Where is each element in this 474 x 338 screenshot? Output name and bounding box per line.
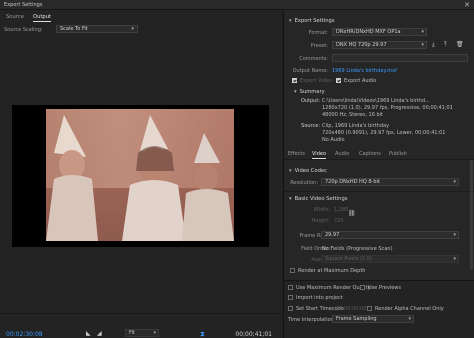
import-preset-icon[interactable]: ⤒: [444, 41, 447, 49]
delete-preset-icon[interactable]: 🗑: [456, 41, 464, 48]
source-scaling-select[interactable]: Scale To Fit ▾: [56, 25, 138, 33]
chevron-down-icon: ▾: [131, 26, 134, 32]
mark-out-icon[interactable]: ◢: [97, 330, 102, 337]
video-preview: [12, 105, 269, 247]
format-select[interactable]: DNxHR/DNxHD MXF OP1a ▾: [332, 28, 427, 36]
close-icon[interactable]: ✕: [464, 1, 470, 9]
zoom-fit-select[interactable]: Fit ▾: [125, 329, 159, 337]
max-depth-label: Render at Maximum Depth: [298, 268, 366, 274]
start-timecode-checkbox[interactable]: [288, 306, 293, 311]
tab-captions[interactable]: Captions: [359, 151, 381, 157]
export-settings-header[interactable]: ▾ Export Settings: [289, 18, 335, 24]
chevron-down-icon: ▾: [453, 256, 456, 262]
height-value: 720: [334, 218, 344, 224]
preset-label: Preset:: [310, 43, 328, 49]
time-interp-label: Time Interpolation:: [288, 317, 336, 323]
title-bar: Export Settings ✕: [0, 0, 474, 10]
timeline-bar: 00;02;30;08 ◣ ◢ Fit ▾ ⧗ 00;00;41;01: [0, 313, 282, 338]
tab-source[interactable]: Source: [6, 14, 24, 20]
use-previews-checkbox[interactable]: [360, 285, 365, 290]
height-label: Height:: [311, 218, 330, 224]
zoom-fit-value: Fit: [129, 330, 135, 336]
settings-scrollbar[interactable]: [470, 160, 473, 270]
chevron-down-icon: ▾: [408, 316, 411, 322]
source-output-tabs: Source Output: [0, 14, 282, 23]
summary-source-label: Source:: [301, 123, 320, 129]
summary-output-line-3: 48000 Hz, Stereo, 16 bit: [322, 112, 384, 118]
alpha-only-checkbox[interactable]: [367, 306, 372, 311]
summary-header[interactable]: ▾ Summary: [294, 89, 325, 95]
time-interp-select[interactable]: Frame Sampling ▾: [332, 315, 414, 323]
max-render-quality-checkbox[interactable]: [288, 285, 293, 290]
format-value: DNxHR/DNxHD MXF OP1a: [336, 29, 401, 35]
tab-output[interactable]: Output: [33, 14, 52, 22]
summary-output-line-2: 1280x720 (1.0), 29.97 fps, Progressive, …: [322, 105, 453, 111]
aspect-select[interactable]: Square Pixels (1.0) ▾: [321, 255, 459, 263]
comments-label: Comments:: [299, 56, 328, 62]
max-depth-checkbox[interactable]: [290, 268, 295, 273]
summary-output-label: Output:: [300, 98, 320, 104]
chevron-down-icon: ▾: [153, 330, 156, 336]
time-interp-value: Frame Sampling: [336, 316, 377, 322]
chevron-down-icon: ▾: [421, 29, 424, 35]
resolution-select[interactable]: 720p DNxHD HQ 8-bit ▾: [321, 178, 459, 186]
import-project-label: Import into project: [296, 295, 343, 301]
summary-source-line-1: Clip, 1969 Linda's birthday: [322, 123, 390, 129]
tab-publish[interactable]: Publish: [389, 151, 407, 157]
export-video-checkbox[interactable]: [292, 78, 297, 83]
width-value: 1,280: [334, 207, 349, 213]
chevron-down-icon: ▾: [289, 18, 292, 24]
field-order-value: No Fields (Progressive Scan): [322, 246, 393, 252]
width-label: Width:: [313, 207, 330, 213]
frame-rate-select[interactable]: 29.97 ▾: [321, 231, 459, 239]
summary-source-line-3: No Audio: [322, 137, 345, 143]
tab-audio[interactable]: Audio: [335, 151, 349, 157]
resolution-value: 720p DNxHD HQ 8-bit: [325, 179, 380, 185]
chevron-down-icon: ▾: [453, 232, 456, 238]
aspect-value: Square Pixels (1.0): [325, 256, 372, 262]
frame-rate-value: 29.97: [325, 232, 340, 238]
preview-pane: Source Output Source Scaling: Scale To F…: [0, 10, 282, 338]
resolution-label: Resolution:: [290, 180, 318, 186]
start-timecode-value[interactable]: 00;00;00;00: [336, 306, 367, 312]
preset-select[interactable]: DNX HQ 720p 29.97 ▾: [332, 41, 427, 49]
video-codec-header[interactable]: ▾ Video Codec: [289, 168, 327, 174]
chevron-down-icon: ▾: [453, 179, 456, 185]
output-name-link[interactable]: 1969 Linda's birthday.mxf: [332, 68, 397, 74]
mark-in-icon[interactable]: ◣: [86, 330, 91, 337]
chevron-down-icon: ▾: [289, 168, 292, 174]
render-options: Use Maximum Render Quality Use Previews …: [283, 280, 474, 338]
preset-value: DNX HQ 720p 29.97: [336, 42, 387, 48]
comments-input[interactable]: [332, 54, 468, 62]
chevron-down-icon: ▾: [289, 196, 292, 202]
preview-image-figures: [46, 115, 234, 241]
import-project-checkbox[interactable]: [288, 295, 293, 300]
source-scaling-label: Source Scaling:: [4, 27, 43, 33]
end-timecode: 00;00;41;01: [235, 331, 272, 338]
export-audio-checkbox[interactable]: [336, 78, 341, 83]
chevron-down-icon: ▾: [294, 89, 297, 95]
summary-source-line-2: 720x480 (0.9091), 29.97 fps, Lower, 00;0…: [322, 130, 446, 136]
use-previews-label: Use Previews: [368, 285, 401, 291]
link-dimensions-icon[interactable]: ⛓: [348, 210, 356, 217]
format-label: Format:: [308, 30, 328, 36]
alpha-only-label: Render Alpha Channel Only: [375, 306, 444, 312]
source-range-icon[interactable]: ⧗: [200, 330, 205, 338]
preview-image: [46, 109, 234, 241]
output-name-label: Output Name:: [292, 68, 328, 74]
export-audio-label: Export Audio: [344, 78, 377, 84]
tab-video[interactable]: Video: [312, 151, 327, 159]
divider: [284, 191, 474, 192]
tab-effects[interactable]: Effects: [288, 151, 305, 157]
window-title: Export Settings: [4, 2, 43, 8]
basic-video-header[interactable]: ▾ Basic Video Settings: [289, 196, 347, 202]
current-timecode[interactable]: 00;02;30;08: [6, 331, 43, 338]
export-video-label: Export Video: [300, 78, 332, 84]
chevron-down-icon: ▾: [421, 42, 424, 48]
settings-tabs: Effects Video Audio Captions Publish: [284, 150, 474, 160]
summary-output-line-1: C:\Users\linda\Videos\1969 Linda's birth…: [322, 98, 430, 104]
source-scaling-value: Scale To Fit: [60, 26, 88, 32]
save-preset-icon[interactable]: ⤓: [432, 41, 435, 49]
